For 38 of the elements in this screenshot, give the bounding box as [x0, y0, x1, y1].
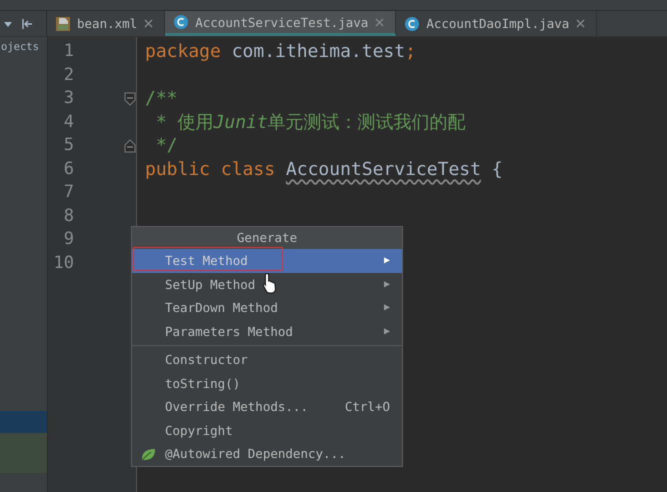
menu-item[interactable]: @Autowired Dependency...: [132, 442, 402, 466]
menu-item[interactable]: Override Methods... Ctrl+O: [132, 395, 402, 418]
close-icon: [143, 18, 154, 29]
line-number: 6: [64, 158, 74, 180]
code-line: * 使用Junit单元测试：测试我们的配: [154, 112, 466, 132]
line-number: 1: [64, 40, 74, 63]
line-number: 5: [64, 134, 74, 157]
code-line: public class AccountServiceTest {: [145, 158, 503, 180]
editor-tab[interactable]: bean.xml: [47, 11, 166, 36]
line-number: 3: [64, 87, 74, 110]
line-number: 4: [64, 110, 74, 134]
panel-label: ojects: [0, 40, 40, 55]
menu-item[interactable]: SetUp Method ▶: [132, 272, 402, 296]
menu-title: Generate: [132, 227, 402, 249]
collapse-icon[interactable]: [21, 18, 34, 30]
line-number: 10: [54, 252, 74, 274]
line-number: 8: [64, 204, 74, 228]
hand-cursor-icon: [262, 272, 278, 294]
close-icon: [374, 16, 386, 28]
class-icon: [173, 14, 190, 30]
menu-item[interactable]: toString(): [132, 372, 402, 395]
line-number: 7: [64, 181, 74, 204]
line-number: 9: [64, 228, 74, 251]
editor-tab[interactable]: AccountServiceTest.java: [165, 11, 396, 36]
code-line: /**: [145, 88, 178, 109]
menu-item[interactable]: Constructor: [132, 348, 402, 372]
menu-item[interactable]: TearDown Method ▶: [132, 296, 402, 320]
editor-tab[interactable]: AccountDaoImpl.java: [396, 11, 598, 36]
xml-file-icon: [55, 16, 71, 32]
line-number: 2: [64, 64, 74, 86]
close-icon: [575, 18, 586, 29]
menu-item[interactable]: Copyright: [132, 418, 402, 442]
class-icon: [404, 16, 420, 32]
menu-item[interactable]: Test Method ▶: [132, 249, 402, 272]
code-line: package com.itheima.test;: [145, 41, 416, 62]
code-line: */: [154, 135, 178, 156]
menu-item[interactable]: Parameters Method ▶: [132, 320, 402, 343]
leaf-icon: [140, 447, 156, 461]
